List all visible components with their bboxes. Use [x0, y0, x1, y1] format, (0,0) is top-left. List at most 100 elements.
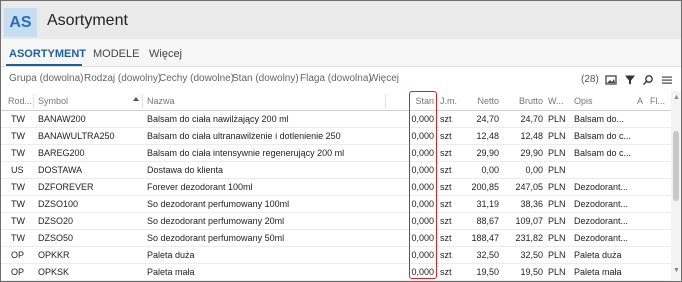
- tab-modele[interactable]: MODELE: [93, 48, 139, 60]
- cell-waluta: PLN: [548, 199, 566, 209]
- cell-waluta: PLN: [548, 216, 566, 226]
- cell-brutto: 38,36: [520, 199, 543, 209]
- table-row[interactable]: TW DZFOREVER Forever dezodorant 100ml 0,000…: [1, 179, 671, 196]
- tab-wiecej[interactable]: Więcej: [149, 48, 182, 60]
- column-header-a[interactable]: A: [637, 96, 643, 106]
- cell-symbol: BANAW200: [38, 114, 86, 124]
- cell-jm: szt: [440, 148, 452, 158]
- cell-nazwa: Forever dezodorant 100ml: [147, 182, 253, 192]
- table-row[interactable]: US DOSTAWA Dostawa do klienta 0,000 szt 0,00 0…: [1, 162, 671, 179]
- cell-nazwa: So dezodorant perfumowany 20ml: [147, 216, 285, 226]
- cell-waluta: PLN: [548, 131, 566, 141]
- column-header-rodzaj[interactable]: Rod...: [8, 96, 32, 106]
- table-row[interactable]: TW DZSO20 So dezodorant perfumowany 20ml 0,…: [1, 213, 671, 230]
- cell-brutto: 32,50: [520, 250, 543, 260]
- cell-netto: 31,19: [476, 199, 499, 209]
- table-row[interactable]: TW DZSO50 So dezodorant perfumowany 50ml 0,…: [1, 230, 671, 247]
- column-header-nazwa[interactable]: Nazwa: [147, 96, 175, 106]
- cell-waluta: PLN: [548, 114, 566, 124]
- cell-jm: szt: [440, 131, 452, 141]
- cell-brutto: 29,90: [520, 148, 543, 158]
- column-header-flaga[interactable]: Fl...: [650, 96, 665, 106]
- table-row[interactable]: TW DZSO100 So dezodorant perfumowany 100ml…: [1, 196, 671, 213]
- filter-grupa[interactable]: Grupa (dowolna): [9, 73, 83, 84]
- table-row[interactable]: OP OPKKR Paleta duża 0,000 szt 32,50 32,50 PLN P…: [1, 247, 671, 264]
- table-row[interactable]: TW BANAWULTRA250 Balsam do ciała ultranawi…: [1, 128, 671, 145]
- filter-icon[interactable]: [624, 74, 636, 86]
- filter-stan[interactable]: Stan (dowolny): [232, 73, 299, 84]
- table-row[interactable]: TW BAREG200 Balsam do ciała intensywnie re…: [1, 145, 671, 162]
- cell-stan: 0,000: [411, 233, 434, 243]
- cell-rodzaj: US: [11, 165, 24, 175]
- cell-rodzaj: TW: [11, 216, 25, 226]
- cell-jm: szt: [440, 216, 452, 226]
- filter-more[interactable]: Więcej: [369, 73, 399, 84]
- cell-symbol: BANAWULTRA250: [38, 131, 115, 141]
- column-header-symbol[interactable]: Symbol: [38, 96, 68, 106]
- cell-symbol: DOSTAWA: [38, 165, 83, 175]
- search-icon[interactable]: [642, 74, 654, 86]
- cell-rodzaj: TW: [11, 233, 25, 243]
- table-row[interactable]: TW BANAW200 Balsam do ciała nawilżający 20…: [1, 111, 671, 128]
- cell-opis: Paleta duża: [574, 250, 622, 260]
- column-header-opis[interactable]: Opis: [574, 96, 593, 106]
- assortment-table: Rod... Symbol Nazwa Stan J.m. Netto Brut…: [1, 91, 671, 281]
- filter-rodzaj[interactable]: Rodzaj (dowolny): [84, 73, 161, 84]
- cell-symbol: DZSO20: [38, 216, 74, 226]
- image-icon[interactable]: [605, 74, 617, 86]
- cell-nazwa: Balsam do ciała intensywnie regenerujący…: [147, 148, 345, 158]
- title-bar: AS Asortyment: [1, 1, 681, 39]
- cell-jm: szt: [440, 182, 452, 192]
- cell-netto: 0,00: [481, 165, 499, 175]
- cell-nazwa: So dezodorant perfumowany 100ml: [147, 199, 290, 209]
- cell-opis: Dezodorant...: [574, 233, 629, 243]
- cell-jm: szt: [440, 233, 452, 243]
- column-header-netto[interactable]: Netto: [463, 96, 499, 106]
- cell-rodzaj: TW: [11, 131, 25, 141]
- app-window: AS Asortyment ASORTYMENT MODELE Więcej G…: [0, 0, 682, 282]
- column-header-stan[interactable]: Stan: [410, 96, 434, 106]
- column-header-waluta[interactable]: W...: [548, 96, 564, 106]
- scroll-up-arrow-icon[interactable]: ▲: [673, 94, 680, 101]
- cell-opis: Balsam do c...: [574, 148, 632, 158]
- cell-jm: szt: [440, 114, 452, 124]
- sort-ascending-icon: [133, 97, 139, 101]
- cell-brutto: 109,07: [515, 216, 543, 226]
- cell-jm: szt: [440, 199, 452, 209]
- table-row[interactable]: OP OPKSK Paleta mała 0,000 szt 19,50 19,50 PLN P…: [1, 264, 671, 281]
- vertical-scrollbar[interactable]: ▲ ▼: [671, 91, 681, 281]
- tab-asortyment[interactable]: ASORTYMENT: [9, 48, 86, 60]
- tab-bar: ASORTYMENT MODELE Więcej: [1, 39, 681, 67]
- table-header: Rod... Symbol Nazwa Stan J.m. Netto Brut…: [1, 91, 671, 111]
- column-header-jm[interactable]: J.m.: [440, 96, 457, 106]
- page-title: Asortyment: [47, 12, 128, 29]
- cell-symbol: DZSO50: [38, 233, 74, 243]
- menu-icon[interactable]: [661, 74, 673, 86]
- cell-rodzaj: TW: [11, 199, 25, 209]
- cell-stan: 0,000: [411, 148, 434, 158]
- cell-netto: 88,67: [476, 216, 499, 226]
- cell-jm: szt: [440, 267, 452, 277]
- scroll-down-arrow-icon[interactable]: ▼: [673, 267, 680, 274]
- cell-waluta: PLN: [548, 165, 566, 175]
- cell-netto: 24,70: [476, 114, 499, 124]
- cell-stan: 0,000: [411, 182, 434, 192]
- cell-brutto: 247,05: [515, 182, 543, 192]
- filter-cechy[interactable]: Cechy (dowolne): [159, 73, 234, 84]
- cell-stan: 0,000: [411, 165, 434, 175]
- cell-opis: Balsam do...: [574, 114, 625, 124]
- cell-rodzaj: OP: [11, 250, 25, 260]
- cell-stan: 0,000: [411, 131, 434, 141]
- scroll-thumb[interactable]: [673, 131, 679, 201]
- column-header-brutto[interactable]: Brutto: [505, 96, 543, 106]
- cell-nazwa: Dostawa do klienta: [147, 165, 224, 175]
- cell-brutto: 19,50: [520, 267, 543, 277]
- column-separator: [385, 94, 386, 108]
- filter-flaga[interactable]: Flaga (dowolna): [300, 73, 372, 84]
- filter-bar: Grupa (dowolna) Rodzaj (dowolny) Cechy (…: [1, 67, 681, 91]
- cell-nazwa: Balsam do ciała ultranawilżenie i dotlen…: [147, 131, 341, 141]
- cell-netto: 12,48: [476, 131, 499, 141]
- cell-waluta: PLN: [548, 148, 566, 158]
- cell-stan: 0,000: [411, 199, 434, 209]
- cell-rodzaj: TW: [11, 148, 25, 158]
